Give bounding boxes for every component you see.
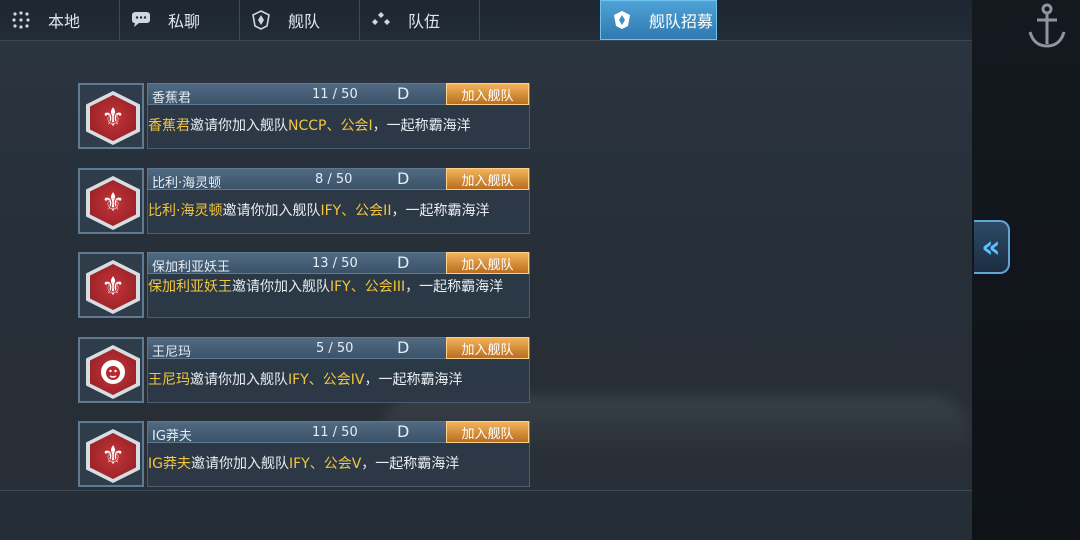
- fleur-de-lis-icon: ⚜: [90, 264, 136, 310]
- fleur-de-lis-icon: ⚜: [90, 433, 136, 479]
- lion-head-icon: [90, 349, 136, 395]
- fleet-emblem-icon: [250, 9, 272, 31]
- invite-ending: ，一起称霸海洋: [364, 372, 463, 388]
- tab-fleet[interactable]: 舰队: [240, 0, 360, 40]
- double-chevron-left-icon: «: [981, 229, 1001, 265]
- invite-fleet: IFY、公会V: [288, 456, 362, 472]
- tab-private-chat-label: 私聊: [168, 12, 201, 31]
- join-fleet-button[interactable]: 加入舰队: [446, 421, 529, 443]
- member-count: 5 / 50: [316, 341, 354, 356]
- fleur-de-lis-icon: ⚜: [90, 95, 136, 141]
- tab-team[interactable]: 队伍: [360, 0, 480, 40]
- invite-sender: 香蕉君: [148, 118, 190, 134]
- join-fleet-button[interactable]: 加入舰队: [446, 252, 529, 274]
- leader-name: IG莽夫: [152, 429, 192, 444]
- join-fleet-button[interactable]: 加入舰队: [446, 83, 529, 105]
- fleet-grade: D: [397, 422, 410, 441]
- fleet-grade: D: [397, 338, 410, 357]
- fleet-avatar[interactable]: ⚜: [78, 168, 144, 234]
- fleet-avatar[interactable]: ⚜: [78, 252, 144, 318]
- fleet-grade: D: [397, 84, 410, 103]
- invite-sender: 保加利亚妖王: [148, 279, 232, 295]
- invite-text: 邀请你加入舰队: [190, 456, 289, 472]
- tab-fleet-label: 舰队: [288, 12, 321, 31]
- invite-fleet: NCCP、公会I: [288, 118, 373, 134]
- member-count: 11 / 50: [312, 87, 358, 102]
- recruit-header: 香蕉君 11 / 50 D 加入舰队: [147, 83, 530, 106]
- chat-bubble-icon: [130, 9, 152, 31]
- recruit-header: 比利·海灵顿 8 / 50 D 加入舰队: [147, 168, 530, 191]
- fleet-grade: D: [397, 253, 410, 272]
- recruit-card: 王尼玛 5 / 50 D 加入舰队 王尼玛邀请你加入舰队IFY、公会IV，一起称…: [78, 337, 530, 403]
- leader-name: 王尼玛: [152, 345, 192, 360]
- tab-bar: 本地 私聊 舰队 队伍 舰队招募: [0, 0, 972, 41]
- leader-name: 保加利亚妖王: [152, 260, 231, 275]
- member-count: 8 / 50: [315, 172, 353, 187]
- fleet-avatar[interactable]: ⚜: [78, 421, 144, 487]
- join-fleet-button[interactable]: 加入舰队: [446, 337, 529, 359]
- invite-ending: ，一起称霸海洋: [405, 279, 504, 295]
- recruit-card: ⚜ IG莽夫 11 / 50 D 加入舰队 IG莽夫邀请你加入舰队IFY、公会V…: [78, 421, 530, 487]
- invite-sender: 王尼玛: [148, 372, 190, 388]
- invite-ending: ，一起称霸海洋: [372, 118, 471, 134]
- recruit-card: ⚜ 香蕉君 11 / 50 D 加入舰队 香蕉君邀请你加入舰队NCCP、公会I，…: [78, 83, 530, 149]
- team-dots-icon: [370, 9, 392, 31]
- invite-fleet: IFY、公会IV: [288, 372, 365, 388]
- tab-fleet-recruit-label: 舰队招募: [649, 12, 714, 31]
- recruit-card: ⚜ 比利·海灵顿 8 / 50 D 加入舰队 比利·海灵顿邀请你加入舰队IFY、…: [78, 168, 530, 234]
- invite-sender: IG莽夫: [148, 456, 191, 472]
- fleet-emblem-icon: [611, 9, 633, 31]
- fleet-grade: D: [397, 169, 410, 188]
- chat-panel: 本地 私聊 舰队 队伍 舰队招募 ⚜ 香蕉君 11 / 50 D 加入舰队 香蕉…: [0, 0, 972, 540]
- fleet-avatar[interactable]: ⚜: [78, 83, 144, 149]
- fleet-avatar[interactable]: [78, 337, 144, 403]
- leader-name: 比利·海灵顿: [152, 176, 222, 191]
- join-fleet-button[interactable]: 加入舰队: [446, 168, 529, 190]
- invite-message: 王尼玛邀请你加入舰队IFY、公会IV，一起称霸海洋: [147, 359, 530, 403]
- invite-ending: ，一起称霸海洋: [361, 456, 460, 472]
- tab-local[interactable]: 本地: [0, 0, 120, 40]
- invite-text: 邀请你加入舰队: [222, 203, 321, 219]
- invite-sender: 比利·海灵顿: [148, 203, 223, 219]
- collapse-panel-button[interactable]: «: [974, 220, 1010, 274]
- invite-ending: ，一起称霸海洋: [391, 203, 490, 219]
- recruit-card: ⚜ 保加利亚妖王 13 / 50 D 加入舰队 保加利亚妖王邀请你加入舰队IFY…: [78, 252, 530, 318]
- tab-team-label: 队伍: [408, 12, 441, 31]
- tab-private-chat[interactable]: 私聊: [120, 0, 240, 40]
- invite-text: 邀请你加入舰队: [232, 279, 330, 295]
- invite-fleet: IFY、公会III: [330, 279, 406, 295]
- invite-message: IG莽夫邀请你加入舰队IFY、公会V，一起称霸海洋: [147, 443, 530, 487]
- invite-text: 邀请你加入舰队: [190, 118, 288, 134]
- leader-name: 香蕉君: [152, 91, 192, 106]
- recruit-header: 王尼玛 5 / 50 D 加入舰队: [147, 337, 530, 360]
- invite-fleet: IFY、公会II: [320, 203, 392, 219]
- invite-message: 香蕉君邀请你加入舰队NCCP、公会I，一起称霸海洋: [147, 105, 530, 149]
- member-count: 11 / 50: [312, 425, 358, 440]
- invite-message: 保加利亚妖王邀请你加入舰队IFY、公会III，一起称霸海洋: [147, 274, 530, 318]
- recruit-header: 保加利亚妖王 13 / 50 D 加入舰队: [147, 252, 530, 275]
- invite-text: 邀请你加入舰队: [190, 372, 288, 388]
- anchor-icon[interactable]: [1022, 0, 1072, 52]
- globe-icon: [10, 9, 32, 31]
- recruit-header: IG莽夫 11 / 50 D 加入舰队: [147, 421, 530, 444]
- tab-fleet-recruit[interactable]: 舰队招募: [600, 0, 717, 40]
- fleur-de-lis-icon: ⚜: [90, 180, 136, 226]
- tab-local-label: 本地: [48, 12, 81, 31]
- invite-message: 比利·海灵顿邀请你加入舰队IFY、公会II，一起称霸海洋: [147, 190, 530, 234]
- input-bar[interactable]: [0, 491, 972, 540]
- member-count: 13 / 50: [312, 256, 358, 271]
